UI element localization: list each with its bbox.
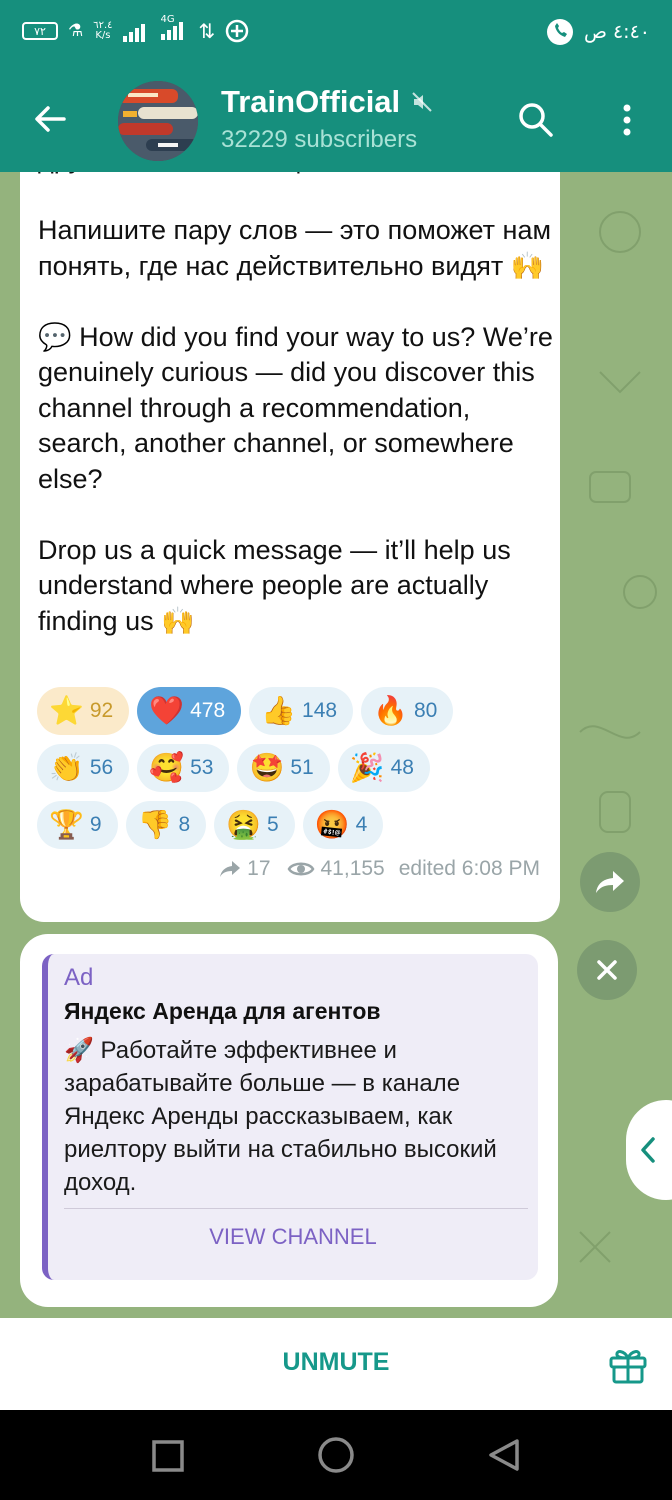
forward-icon xyxy=(220,861,241,877)
bottom-bar: UNMUTE xyxy=(0,1318,672,1410)
trophy-emoji: 🏆 xyxy=(49,809,84,840)
home-icon[interactable] xyxy=(316,1435,356,1475)
post-meta: 17 41,155 edited 6:08 PM xyxy=(219,857,540,881)
reaction-count: 4 xyxy=(355,813,368,836)
channel-post-bubble[interactable]: другой канал или ещё как-то? Напишите па… xyxy=(20,172,560,922)
cursing-face-emoji: 🤬 xyxy=(314,809,350,840)
reaction-count: 478 xyxy=(190,699,226,722)
chevron-left-icon xyxy=(641,1137,655,1163)
data-transfer-icon: ⇅ xyxy=(198,19,216,43)
reactions-panel: ⭐ 92 ❤️ 478 👍 148 🔥 80 👏 56 🥰 53 🤩 51 🎉 48 🏆 9 👎 8… xyxy=(37,687,557,858)
status-bar: ٧٢ ⚗ ٦٢.٤ K/s 4G ⇅ ٤:٤٠ ص xyxy=(0,0,672,66)
reaction-thumbs-up[interactable]: 👍 148 xyxy=(249,687,354,735)
status-bar-right: ٤:٤٠ ص xyxy=(546,18,650,46)
network-speed-unit: K/s xyxy=(95,30,111,41)
gift-icon[interactable] xyxy=(606,1342,650,1386)
reaction-thumbs-down[interactable]: 👎 8 xyxy=(125,801,207,849)
network-speed: ٦٢.٤ K/s xyxy=(93,21,112,41)
ad-text: 🚀 Работайте эффективнее и зарабатывайте … xyxy=(64,1037,497,1196)
more-options-icon[interactable] xyxy=(612,100,642,140)
post-text: другой канал или ещё как-то? Напишите па… xyxy=(38,172,553,636)
star-emoji: ⭐ xyxy=(49,695,84,726)
battery-level: ٧٢ xyxy=(34,24,46,38)
data-saver-icon xyxy=(226,19,249,43)
sponsored-ad-bubble[interactable]: Ad Яндекс Аренда для агентов 🚀 Работайте… xyxy=(20,934,558,1307)
reaction-trophy[interactable]: 🏆 9 xyxy=(37,801,118,849)
channel-name: TrainOfficial xyxy=(221,84,401,119)
reactions-row: 👏 56 🥰 53 🤩 51 🎉 48 xyxy=(37,744,557,792)
train-collage-image xyxy=(118,81,198,161)
reaction-vomit[interactable]: 🤮 5 xyxy=(214,801,295,849)
reaction-fire[interactable]: 🔥 80 xyxy=(361,687,454,735)
back-arrow-icon[interactable] xyxy=(30,99,70,139)
view-channel-button[interactable]: VIEW CHANNEL xyxy=(48,1224,538,1250)
vomiting-face-emoji: 🤮 xyxy=(226,809,261,840)
chat-header: TrainOfficial 32229 subscribers xyxy=(0,66,672,172)
fire-emoji: 🔥 xyxy=(373,695,408,726)
reactions-row: ⭐ 92 ❤️ 478 👍 148 🔥 80 xyxy=(37,687,557,735)
ad-card[interactable]: Ad Яндекс Аренда для агентов 🚀 Работайте… xyxy=(42,954,538,1280)
edited-timestamp: edited 6:08 PM xyxy=(398,857,540,880)
reaction-count: 53 xyxy=(190,756,214,779)
reaction-count: 9 xyxy=(89,813,102,836)
reactions-row: 🏆 9 👎 8 🤮 5 🤬 4 xyxy=(37,801,557,849)
unmute-button[interactable]: UNMUTE xyxy=(0,1348,672,1377)
recent-apps-icon[interactable] xyxy=(152,1440,184,1472)
share-button[interactable] xyxy=(580,852,640,912)
channel-avatar[interactable] xyxy=(118,81,198,161)
reaction-count: 148 xyxy=(302,699,338,722)
back-nav-icon[interactable] xyxy=(487,1438,521,1472)
reaction-count: 80 xyxy=(413,699,438,722)
star-struck-emoji: 🤩 xyxy=(249,752,285,783)
flask-icon: ⚗ xyxy=(68,21,84,41)
channel-title[interactable]: TrainOfficial xyxy=(221,84,434,120)
reaction-clap[interactable]: 👏 56 xyxy=(37,744,130,792)
thumbs-up-emoji: 👍 xyxy=(261,695,297,726)
signal-4g-icon: 4G xyxy=(160,14,189,44)
reaction-count: 92 xyxy=(89,699,114,722)
reaction-count: 56 xyxy=(89,756,114,779)
reaction-count: 51 xyxy=(290,756,314,779)
reaction-count: 5 xyxy=(267,813,279,836)
subscriber-count: 32229 subscribers xyxy=(221,126,418,153)
reaction-star[interactable]: ⭐ 92 xyxy=(37,687,130,735)
battery-icon: ٧٢ xyxy=(22,22,58,40)
bubble-tail xyxy=(26,872,46,892)
ad-title: Яндекс Аренда для агентов xyxy=(64,998,381,1024)
reaction-count: 48 xyxy=(390,756,414,779)
thumbs-down-emoji: 👎 xyxy=(137,809,173,840)
clock: ٤:٤٠ ص xyxy=(583,21,650,43)
system-nav-bar xyxy=(0,1410,672,1500)
reaction-smiling-hearts[interactable]: 🥰 53 xyxy=(137,744,230,792)
smiling-hearts-emoji: 🥰 xyxy=(149,752,185,783)
reaction-star-struck[interactable]: 🤩 51 xyxy=(237,744,330,792)
network-type: 4G xyxy=(160,14,175,25)
view-count: 41,155 xyxy=(320,857,385,880)
call-icon xyxy=(546,19,573,45)
clap-emoji: 👏 xyxy=(49,752,84,783)
muted-icon xyxy=(412,92,432,112)
reaction-heart[interactable]: ❤️ 478 xyxy=(137,687,242,735)
forward-count: 17 xyxy=(247,857,271,880)
reaction-party[interactable]: 🎉 48 xyxy=(337,744,430,792)
close-icon xyxy=(597,960,617,980)
share-arrow-icon xyxy=(596,871,624,893)
ad-label: Ad xyxy=(64,964,94,991)
ad-divider xyxy=(64,1208,528,1209)
chat-area[interactable]: другой канал или ещё как-то? Напишите па… xyxy=(0,172,672,1318)
close-ad-button[interactable] xyxy=(577,940,637,1000)
status-bar-left: ٧٢ ⚗ ٦٢.٤ K/s 4G ⇅ xyxy=(22,14,249,44)
heart-emoji: ❤️ xyxy=(149,695,185,726)
reaction-cursing[interactable]: 🤬 4 xyxy=(302,801,384,849)
eye-icon xyxy=(287,862,314,876)
signal-icon xyxy=(122,24,145,42)
search-icon[interactable] xyxy=(516,100,556,140)
reaction-count: 8 xyxy=(178,813,191,836)
party-popper-emoji: 🎉 xyxy=(349,752,385,783)
